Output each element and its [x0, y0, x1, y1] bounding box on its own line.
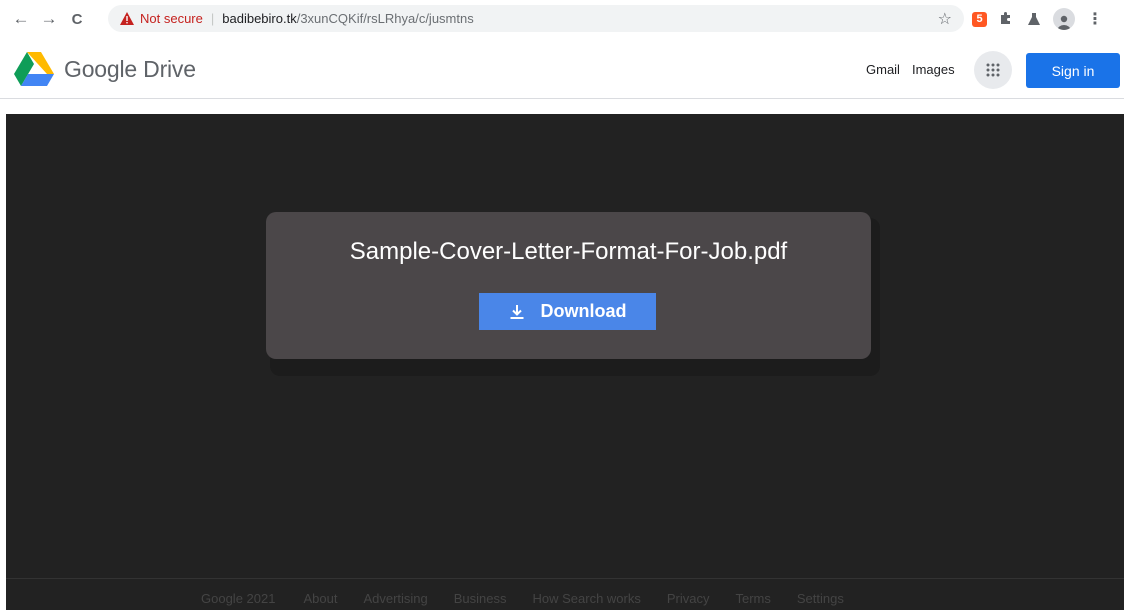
- footer-link-terms[interactable]: Terms: [736, 591, 771, 606]
- footer-link-how-search-works[interactable]: How Search works: [533, 591, 641, 606]
- footer-copyright: Google 2021: [201, 591, 276, 606]
- footer-link-advertising[interactable]: Advertising: [363, 591, 427, 606]
- apps-launcher-button[interactable]: [974, 51, 1012, 89]
- warning-icon: [120, 12, 134, 25]
- gmail-link[interactable]: Gmail: [866, 62, 900, 77]
- footer-link-settings[interactable]: Settings: [797, 591, 844, 606]
- brand-text: Google Drive: [64, 56, 196, 82]
- apps-grid-icon: [986, 63, 1000, 77]
- download-card: Sample-Cover-Letter-Format-For-Job.pdf D…: [266, 212, 871, 359]
- footer-link-about[interactable]: About: [303, 591, 337, 606]
- reload-button[interactable]: C: [66, 8, 88, 30]
- footer-link-privacy[interactable]: Privacy: [667, 591, 710, 606]
- omnibox-separator: |: [210, 11, 215, 26]
- profile-avatar-icon[interactable]: [1053, 8, 1075, 30]
- main-content: Sample-Cover-Letter-Format-For-Job.pdf D…: [6, 114, 1124, 578]
- reload-icon: C: [71, 10, 83, 28]
- forward-arrow-icon: →: [40, 9, 58, 28]
- url-path: /3xunCQKif/rsLRhya/c/jusmtns: [296, 11, 474, 26]
- flask-icon[interactable]: [1025, 10, 1043, 28]
- address-bar[interactable]: Not secure | badibebiro.tk/3xunCQKif/rsL…: [108, 5, 964, 32]
- footer-links: Google 2021 About Advertising Business H…: [201, 591, 870, 606]
- url-host: badibebiro.tk: [222, 11, 297, 26]
- site-header: Google Drive Gmail Images Sign in: [0, 38, 1124, 99]
- images-link[interactable]: Images: [912, 62, 955, 77]
- back-arrow-icon: ←: [12, 9, 30, 28]
- bookmark-star-icon[interactable]: ☆: [938, 9, 952, 29]
- sign-in-button[interactable]: Sign in: [1026, 53, 1120, 88]
- browser-menu-icon[interactable]: ⋮: [1087, 9, 1103, 29]
- person-icon: [1057, 15, 1071, 30]
- google-drive-logo-icon: [14, 52, 54, 86]
- puzzle-extensions-icon[interactable]: [997, 10, 1015, 28]
- file-name: Sample-Cover-Letter-Format-For-Job.pdf: [349, 238, 788, 265]
- header-links: Gmail Images: [866, 62, 955, 77]
- footer: Google 2021 About Advertising Business H…: [6, 578, 1124, 610]
- download-label: Download: [540, 301, 627, 321]
- download-icon: [510, 304, 523, 319]
- brand[interactable]: Google Drive: [14, 52, 196, 87]
- browser-toolbar: ← → C Not secure | badibebiro.tk/3xunCQK…: [0, 0, 1124, 38]
- forward-button[interactable]: →: [38, 8, 60, 30]
- extension-badge-icon[interactable]: 5: [972, 11, 987, 27]
- extensions-area: 5 ⋮: [972, 8, 1103, 30]
- footer-link-business[interactable]: Business: [454, 591, 507, 606]
- download-button[interactable]: Download: [479, 293, 656, 330]
- back-button[interactable]: ←: [10, 8, 32, 30]
- not-secure-label[interactable]: Not secure: [140, 11, 203, 26]
